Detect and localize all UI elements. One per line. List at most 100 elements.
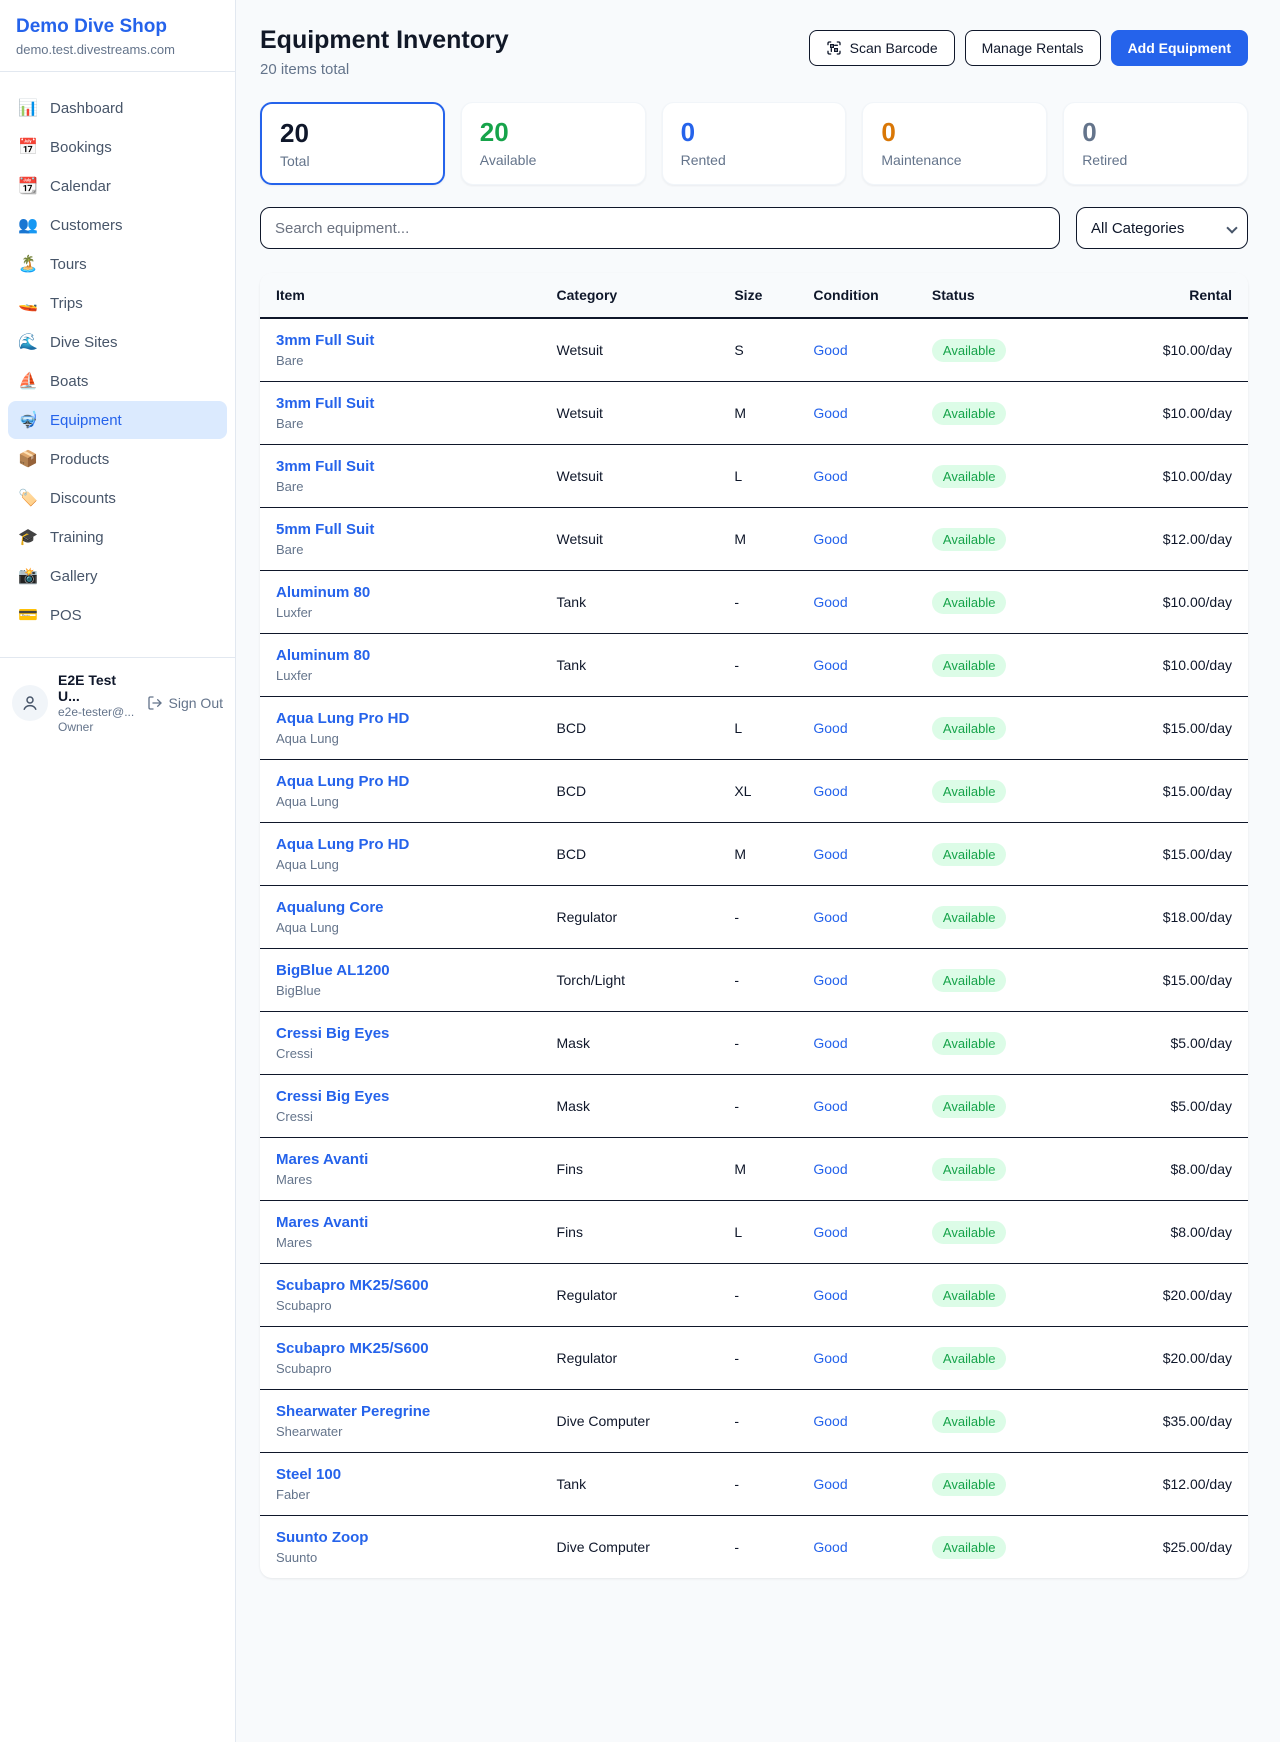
column-header-status: Status [922,273,1080,318]
cell-condition: Good [803,1327,922,1390]
stat-value-retired: 0 [1082,117,1229,148]
condition-link[interactable]: Good [813,405,847,421]
condition-link[interactable]: Good [813,1287,847,1303]
cell-status: Available [922,1390,1080,1453]
cell-condition: Good [803,697,922,760]
cell-rental: $8.00/day [1080,1201,1248,1264]
item-name-link[interactable]: Cressi Big Eyes [276,1088,537,1105]
item-name-link[interactable]: 3mm Full Suit [276,395,537,412]
sign-out-button[interactable]: Sign Out [147,695,223,711]
item-name-link[interactable]: Scubapro MK25/S600 [276,1340,537,1357]
condition-link[interactable]: Good [813,594,847,610]
condition-link[interactable]: Good [813,657,847,673]
cell-condition: Good [803,318,922,382]
item-name-link[interactable]: Shearwater Peregrine [276,1403,537,1420]
sidebar-item-dashboard[interactable]: 📊Dashboard [8,89,227,127]
item-name-link[interactable]: 5mm Full Suit [276,521,537,538]
add-equipment-button[interactable]: Add Equipment [1111,30,1248,66]
condition-link[interactable]: Good [813,1224,847,1240]
item-name-link[interactable]: Steel 100 [276,1466,537,1483]
cell-status: Available [922,1138,1080,1201]
condition-link[interactable]: Good [813,1413,847,1429]
item-name-link[interactable]: Aqua Lung Pro HD [276,710,537,727]
sidebar-item-bookings[interactable]: 📅Bookings [8,128,227,166]
cell-status: Available [922,760,1080,823]
condition-link[interactable]: Good [813,846,847,862]
item-name-link[interactable]: Aqualung Core [276,899,537,916]
brand: Demo Dive Shop demo.test.divestreams.com [0,0,235,71]
item-name-link[interactable]: Aluminum 80 [276,647,537,664]
stat-card-available[interactable]: 20Available [461,102,646,185]
cell-condition: Good [803,1264,922,1327]
item-name-link[interactable]: 3mm Full Suit [276,458,537,475]
condition-link[interactable]: Good [813,909,847,925]
cell-rental: $15.00/day [1080,697,1248,760]
item-brand: Scubapro [276,1361,537,1376]
stat-card-maintenance[interactable]: 0Maintenance [862,102,1047,185]
cell-item: 3mm Full SuitBare [260,382,547,445]
sidebar-item-discounts[interactable]: 🏷️Discounts [8,479,227,517]
item-name-link[interactable]: Cressi Big Eyes [276,1025,537,1042]
cell-category: Wetsuit [547,445,725,508]
table-row: Shearwater PeregrineShearwaterDive Compu… [260,1390,1248,1453]
sidebar-item-boats[interactable]: ⛵Boats [8,362,227,400]
condition-link[interactable]: Good [813,1098,847,1114]
cell-item: 3mm Full SuitBare [260,445,547,508]
manage-rentals-button[interactable]: Manage Rentals [965,30,1101,66]
item-name-link[interactable]: Scubapro MK25/S600 [276,1277,537,1294]
condition-link[interactable]: Good [813,720,847,736]
cell-category: Tank [547,571,725,634]
item-name-link[interactable]: BigBlue AL1200 [276,962,537,979]
sidebar-item-tours[interactable]: 🏝️Tours [8,245,227,283]
sidebar-item-products[interactable]: 📦Products [8,440,227,478]
condition-link[interactable]: Good [813,468,847,484]
item-name-link[interactable]: Aluminum 80 [276,584,537,601]
item-name-link[interactable]: Mares Avanti [276,1151,537,1168]
main-content: Equipment Inventory 20 items total Scan … [236,0,1280,1742]
item-name-link[interactable]: Suunto Zoop [276,1529,537,1546]
stat-card-retired[interactable]: 0Retired [1063,102,1248,185]
cell-condition: Good [803,1075,922,1138]
search-input[interactable] [260,207,1060,249]
condition-link[interactable]: Good [813,1539,847,1555]
condition-link[interactable]: Good [813,1161,847,1177]
trips-icon: 🚤 [18,293,38,313]
condition-link[interactable]: Good [813,1350,847,1366]
condition-link[interactable]: Good [813,783,847,799]
column-header-condition: Condition [803,273,922,318]
item-name-link[interactable]: Aqua Lung Pro HD [276,836,537,853]
cell-size: - [724,634,803,697]
stat-card-total[interactable]: 20Total [260,102,445,185]
table-row: Steel 100FaberTank-GoodAvailable$12.00/d… [260,1453,1248,1516]
category-select[interactable]: All Categories [1076,207,1248,249]
scan-barcode-button[interactable]: Scan Barcode [809,30,955,66]
cell-rental: $12.00/day [1080,508,1248,571]
cell-condition: Good [803,1390,922,1453]
sidebar-item-customers[interactable]: 👥Customers [8,206,227,244]
sidebar-item-equipment[interactable]: 🤿Equipment [8,401,227,439]
sidebar-item-training[interactable]: 🎓Training [8,518,227,556]
cell-condition: Good [803,886,922,949]
condition-link[interactable]: Good [813,972,847,988]
status-badge: Available [932,969,1007,992]
condition-link[interactable]: Good [813,1035,847,1051]
cell-rental: $25.00/day [1080,1516,1248,1579]
sidebar-item-trips[interactable]: 🚤Trips [8,284,227,322]
cell-size: - [724,1264,803,1327]
condition-link[interactable]: Good [813,342,847,358]
condition-link[interactable]: Good [813,531,847,547]
sidebar-item-calendar[interactable]: 📆Calendar [8,167,227,205]
sidebar-item-gallery[interactable]: 📸Gallery [8,557,227,595]
cell-rental: $10.00/day [1080,634,1248,697]
cell-condition: Good [803,1138,922,1201]
item-name-link[interactable]: Aqua Lung Pro HD [276,773,537,790]
cell-item: Steel 100Faber [260,1453,547,1516]
sidebar-item-pos[interactable]: 💳POS [8,596,227,634]
cell-condition: Good [803,382,922,445]
item-name-link[interactable]: Mares Avanti [276,1214,537,1231]
condition-link[interactable]: Good [813,1476,847,1492]
item-name-link[interactable]: 3mm Full Suit [276,332,537,349]
stat-card-rented[interactable]: 0Rented [662,102,847,185]
sidebar-item-dive-sites[interactable]: 🌊Dive Sites [8,323,227,361]
cell-status: Available [922,823,1080,886]
